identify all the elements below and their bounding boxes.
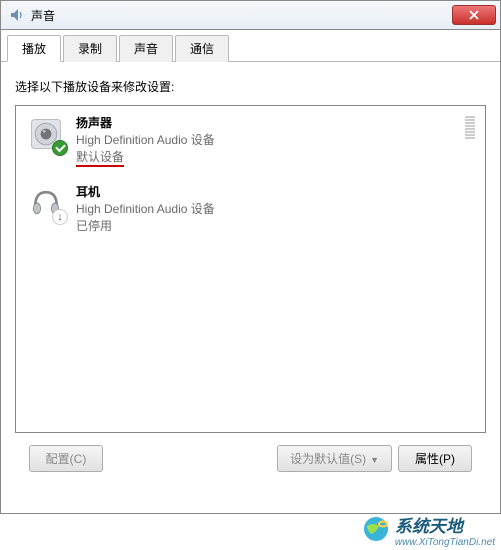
device-info: 扬声器 High Definition Audio 设备 默认设备 [76, 114, 455, 167]
chevron-down-icon: ▼ [370, 455, 379, 465]
watermark-sub: www.XiTongTianDi.net [395, 537, 495, 548]
tab-strip: 播放 录制 声音 通信 [1, 30, 500, 62]
title-left: 声音 [9, 7, 55, 24]
level-meter [465, 116, 475, 139]
device-status: 已停用 [76, 217, 475, 234]
device-desc: High Definition Audio 设备 [76, 131, 455, 148]
bottom-bar: 配置(C) 设为默认值(S) ▼ 属性(P) [15, 433, 486, 484]
tab-communications[interactable]: 通信 [175, 35, 229, 62]
watermark-text: 系统天地 www.XiTongTianDi.net [395, 512, 495, 548]
device-name: 耳机 [76, 183, 475, 200]
close-icon [469, 10, 479, 20]
device-name: 扬声器 [76, 114, 455, 131]
volume-icon [9, 7, 25, 23]
watermark: 系统天地 www.XiTongTianDi.net [361, 512, 495, 548]
device-status: 默认设备 [76, 148, 455, 167]
device-item-speakers[interactable]: 扬声器 High Definition Audio 设备 默认设备 [16, 106, 485, 175]
watermark-main: 系统天地 [395, 512, 495, 537]
close-button[interactable] [452, 5, 496, 25]
speaker-icon [26, 114, 66, 154]
headphones-icon [26, 183, 66, 223]
globe-icon [361, 514, 391, 547]
properties-button[interactable]: 属性(P) [398, 445, 472, 472]
set-default-label: 设为默认值(S) [290, 452, 366, 466]
status-highlight: 默认设备 [76, 148, 124, 167]
bottom-right: 设为默认值(S) ▼ 属性(P) [277, 445, 472, 472]
tab-playback[interactable]: 播放 [7, 35, 61, 62]
instruction-text: 选择以下播放设备来修改设置: [15, 78, 486, 95]
device-desc: High Definition Audio 设备 [76, 200, 475, 217]
tab-content: 选择以下播放设备来修改设置: 扬声器 High Definition Audio… [1, 62, 500, 494]
disabled-badge [52, 209, 68, 225]
dialog-body: 播放 录制 声音 通信 选择以下播放设备来修改设置: 扬声器 [0, 30, 501, 514]
device-item-headphones[interactable]: 耳机 High Definition Audio 设备 已停用 [16, 175, 485, 242]
configure-button[interactable]: 配置(C) [29, 445, 103, 472]
device-info: 耳机 High Definition Audio 设备 已停用 [76, 183, 475, 234]
tab-recording[interactable]: 录制 [63, 35, 117, 62]
window-title: 声音 [31, 7, 55, 24]
device-list[interactable]: 扬声器 High Definition Audio 设备 默认设备 [15, 105, 486, 433]
set-default-button[interactable]: 设为默认值(S) ▼ [277, 445, 392, 472]
title-bar: 声音 [0, 0, 501, 30]
tab-sounds[interactable]: 声音 [119, 35, 173, 62]
default-check-badge [52, 140, 68, 156]
